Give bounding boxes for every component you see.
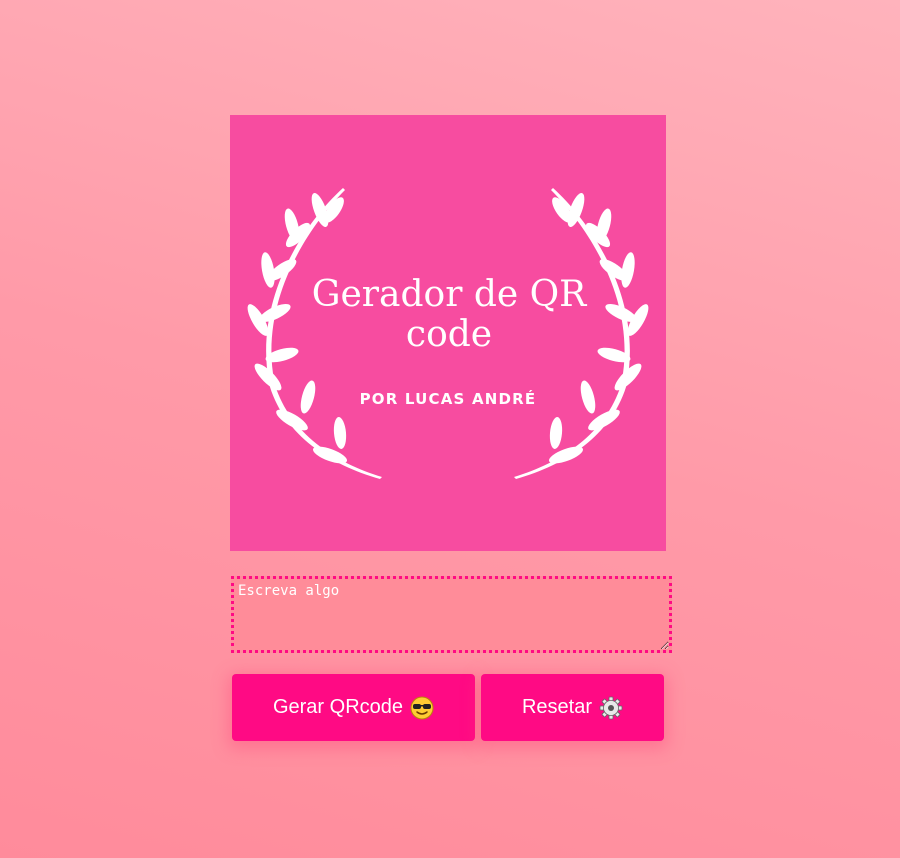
- generate-qrcode-label: Gerar QRcode: [272, 696, 404, 718]
- logo-title: Gerador de QR code: [230, 275, 666, 355]
- reset-button[interactable]: Resetar: [481, 674, 664, 741]
- logo-subtitle: POR LUCAS ANDRÉ: [359, 390, 537, 408]
- reset-label: Resetar: [521, 696, 593, 718]
- sunglasses-emoji-icon: [410, 696, 434, 720]
- logo-banner: Gerador de QR code POR LUCAS ANDRÉ: [230, 115, 666, 551]
- logo-title-text: Gerador de QR code: [311, 274, 587, 355]
- generate-qrcode-button[interactable]: Gerar QRcode: [232, 674, 475, 741]
- text-input[interactable]: [231, 576, 672, 653]
- gear-icon: [599, 696, 623, 720]
